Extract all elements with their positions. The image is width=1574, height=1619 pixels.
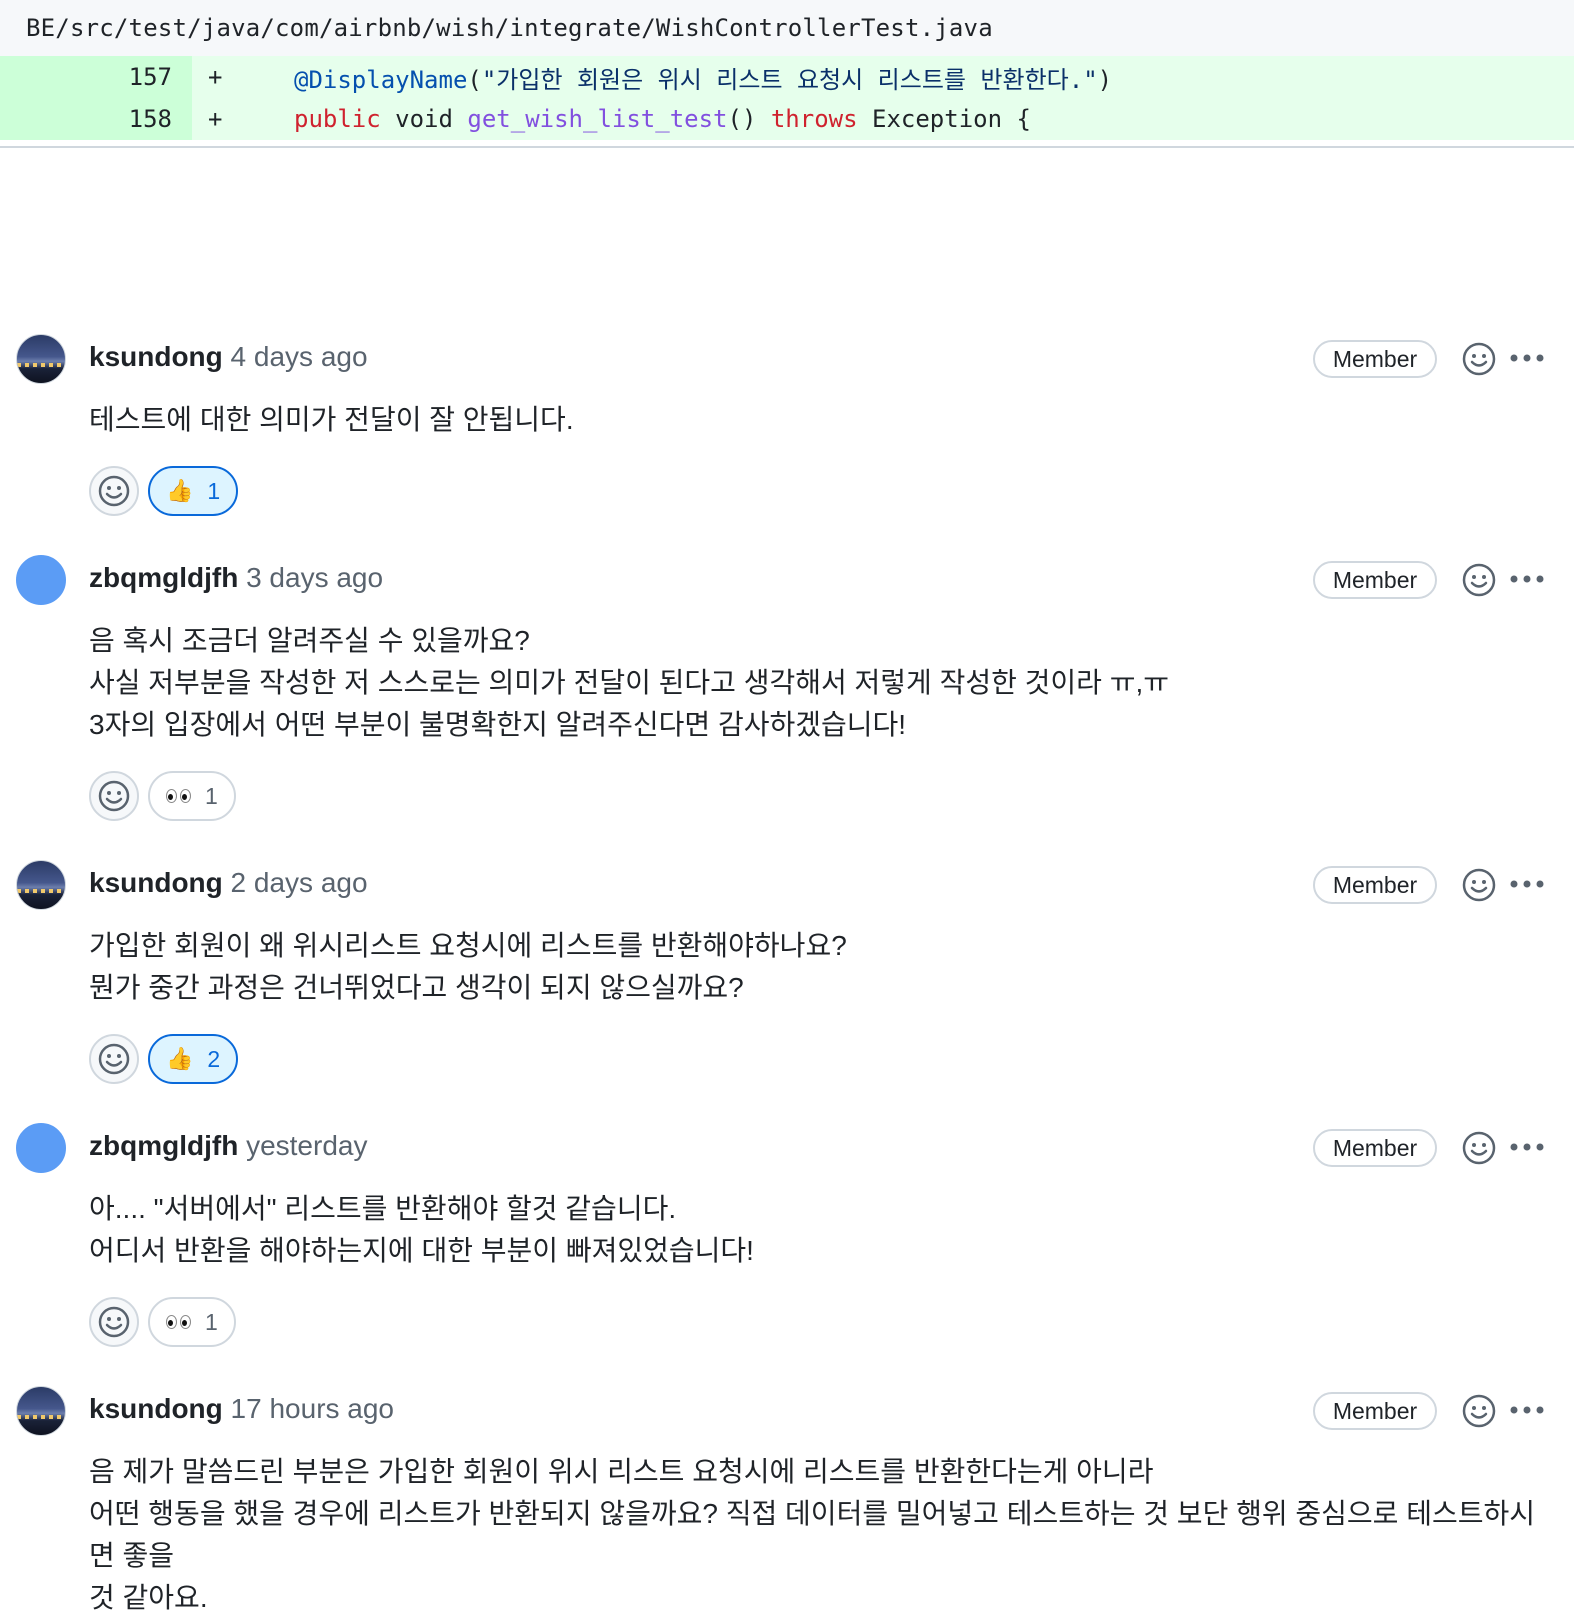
comment-body: 가입한 회원이 왜 위시리스트 요청시에 리스트를 반환해야하나요? 뭔가 중간… xyxy=(89,930,847,1003)
code-token: () xyxy=(727,105,771,133)
code-token: ( xyxy=(467,65,482,94)
code-line: @DisplayName("가입한 회원은 위시 리스트 요청시 리스트를 반환… xyxy=(254,60,1112,95)
comment-author[interactable]: zbqmgldjfh xyxy=(89,562,238,593)
comment-header: ksundong 4 days ago xyxy=(89,341,368,373)
add-reaction-button[interactable] xyxy=(89,466,139,516)
member-badge: Member xyxy=(1313,340,1437,378)
comment-body: 음 혹시 조금더 알려주실 수 있을까요? 사실 저부분을 작성한 저 스스로는… xyxy=(89,625,1170,740)
reaction-count: 1 xyxy=(205,1308,218,1335)
diff-line: 157 + @DisplayName("가입한 회원은 위시 리스트 요청시 리… xyxy=(0,56,1574,98)
comment-author[interactable]: zbqmgldjfh xyxy=(89,1130,238,1161)
avatar[interactable] xyxy=(16,334,66,384)
code-token: throws xyxy=(770,105,858,133)
smiley-icon xyxy=(98,1043,130,1075)
more-options-icon[interactable] xyxy=(1509,879,1545,889)
avatar[interactable] xyxy=(16,1123,66,1173)
reaction-count: 2 xyxy=(207,1045,221,1072)
comment-timestamp[interactable]: 17 hours ago xyxy=(231,1393,394,1424)
smiley-icon xyxy=(98,475,130,507)
smiley-icon[interactable] xyxy=(1462,1394,1496,1428)
reaction-bar: 👍 1 xyxy=(89,466,239,516)
member-badge: Member xyxy=(1313,1129,1437,1167)
smiley-icon[interactable] xyxy=(1462,1131,1496,1165)
code-token: ) xyxy=(1097,65,1113,94)
comment-header: zbqmgldjfh 3 days ago xyxy=(89,562,383,594)
file-path[interactable]: BE/src/test/java/com/airbnb/wish/integra… xyxy=(26,14,993,42)
reaction-bar: 👍 2 xyxy=(89,1034,239,1084)
more-options-icon[interactable] xyxy=(1509,574,1545,584)
code-token: get_wish_list_test xyxy=(467,105,728,133)
eyes-reaction[interactable]: 1 xyxy=(148,771,236,821)
comment-author[interactable]: ksundong xyxy=(89,1393,223,1424)
reaction-bar: 1 xyxy=(89,771,236,821)
comment-body: 아.... "서버에서" 리스트를 반환해야 할것 같습니다. 어디서 반환을 … xyxy=(89,1193,754,1266)
line-number[interactable]: 157 xyxy=(0,56,192,98)
eyes-icon xyxy=(166,789,191,803)
line-number[interactable]: 158 xyxy=(0,98,192,140)
code-token: void xyxy=(380,105,468,133)
thumbs-up-icon: 👍 xyxy=(166,478,194,503)
diff-divider xyxy=(0,140,1574,148)
member-badge: Member xyxy=(1313,1392,1437,1430)
comment-timestamp[interactable]: yesterday xyxy=(246,1130,367,1161)
more-options-icon[interactable] xyxy=(1509,1142,1545,1152)
eyes-icon xyxy=(166,1315,191,1329)
comment-timestamp[interactable]: 4 days ago xyxy=(231,341,368,372)
code-token: public xyxy=(294,105,381,133)
code-token: "가입한 회원은 위시 리스트 요청시 리스트를 반환한다." xyxy=(481,65,1098,94)
comment-header: ksundong 17 hours ago xyxy=(89,1393,394,1425)
comment-author[interactable]: ksundong xyxy=(89,867,223,898)
smiley-icon[interactable] xyxy=(1462,342,1496,376)
avatar[interactable] xyxy=(16,555,66,605)
comment-body: 음 제가 말씀드린 부분은 가입한 회원이 위시 리스트 요청시에 리스트를 반… xyxy=(89,1456,1536,1613)
comment-author[interactable]: ksundong xyxy=(89,341,223,372)
more-options-icon[interactable] xyxy=(1509,1405,1545,1415)
diff-line: 158 + public void get_wish_list_test() t… xyxy=(0,98,1574,140)
reaction-count: 1 xyxy=(207,477,221,504)
add-reaction-button[interactable] xyxy=(89,1034,139,1084)
comment-timestamp[interactable]: 3 days ago xyxy=(246,562,383,593)
smiley-icon xyxy=(98,780,130,812)
file-header: BE/src/test/java/com/airbnb/wish/integra… xyxy=(0,0,1574,56)
member-badge: Member xyxy=(1313,866,1437,904)
add-reaction-button[interactable] xyxy=(89,1297,139,1347)
diff-add-sign: + xyxy=(208,63,223,91)
more-options-icon[interactable] xyxy=(1509,353,1545,363)
member-badge: Member xyxy=(1313,561,1437,599)
code-line: public void get_wish_list_test() throws … xyxy=(254,105,1031,133)
smiley-icon xyxy=(98,1306,130,1338)
smiley-icon[interactable] xyxy=(1462,563,1496,597)
add-reaction-button[interactable] xyxy=(89,771,139,821)
diff-view: 157 + @DisplayName("가입한 회원은 위시 리스트 요청시 리… xyxy=(0,56,1574,148)
reaction-bar: 1 xyxy=(89,1297,236,1347)
thumbs-up-reaction[interactable]: 👍 2 xyxy=(148,1034,239,1084)
comment-header: ksundong 2 days ago xyxy=(89,867,368,899)
reaction-count: 1 xyxy=(205,782,218,809)
comment-header: zbqmgldjfh yesterday xyxy=(89,1130,367,1162)
avatar[interactable] xyxy=(16,860,66,910)
code-token: @DisplayName xyxy=(294,65,468,94)
eyes-reaction[interactable]: 1 xyxy=(148,1297,236,1347)
thumbs-up-icon: 👍 xyxy=(166,1046,194,1071)
comment-body: 테스트에 대한 의미가 전달이 잘 안됩니다. xyxy=(89,404,574,435)
code-token: Exception { xyxy=(857,105,1031,133)
smiley-icon[interactable] xyxy=(1462,868,1496,902)
avatar[interactable] xyxy=(16,1386,66,1436)
comment-timestamp[interactable]: 2 days ago xyxy=(231,867,368,898)
thumbs-up-reaction[interactable]: 👍 1 xyxy=(148,466,239,516)
diff-add-sign: + xyxy=(208,105,223,133)
